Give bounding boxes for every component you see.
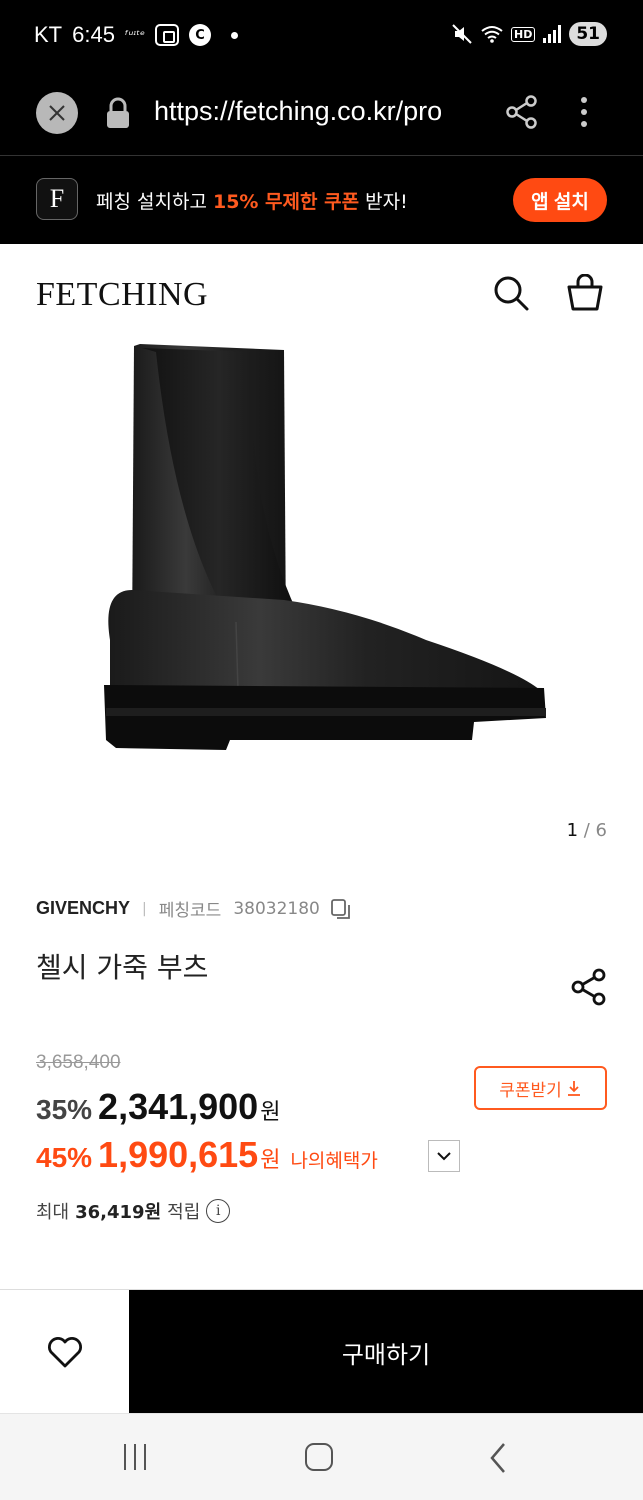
benefit-price-label: 나의혜택가 — [290, 1150, 378, 1172]
sale-price-row: 35% 2,341,900 원 — [36, 1086, 280, 1128]
close-icon — [49, 105, 65, 121]
discount-rate: 35% — [36, 1094, 93, 1125]
product-share-icon[interactable] — [570, 968, 608, 1006]
status-bar: KT 6:45 ᶠᵘᶦᵗᵉ C HD 51 — [0, 0, 643, 72]
image-counter-total: 6 — [595, 820, 607, 841]
site-header: FETCHING — [0, 244, 643, 340]
original-price: 3,658,400 — [36, 1052, 121, 1073]
fetching-app-logo: F — [36, 178, 78, 220]
banner-text-suffix: 받자! — [359, 191, 408, 213]
wishlist-button[interactable] — [0, 1290, 129, 1414]
points-suffix: 적립 — [167, 1202, 201, 1223]
install-app-button[interactable]: 앱 설치 — [513, 178, 607, 222]
product-code: 38032180 — [233, 898, 320, 919]
sale-price: 2,341,900 — [98, 1086, 259, 1127]
back-icon[interactable] — [488, 1442, 508, 1474]
brand-row: GIVENCHY | 페칭코드 38032180 — [36, 896, 352, 921]
product-code-label: 페칭코드 — [158, 901, 222, 921]
copy-icon[interactable] — [330, 898, 352, 920]
points-prefix: 최대 — [36, 1202, 70, 1223]
fetching-logo[interactable]: FETCHING — [36, 276, 208, 314]
shopping-bag-icon[interactable] — [566, 274, 604, 312]
currency-unit: 원 — [260, 1100, 281, 1125]
heart-icon — [47, 1337, 82, 1368]
time-label: 6:45 — [72, 22, 115, 47]
brand-separator: | — [142, 900, 147, 917]
signal-icon — [543, 25, 562, 43]
recent-apps-button[interactable] — [124, 1444, 146, 1470]
screenshot-icon — [155, 24, 180, 46]
benefit-price-row: 45% 1,990,615 원 나의혜택가 — [36, 1134, 378, 1176]
brand-name[interactable]: GIVENCHY — [36, 898, 130, 919]
product-image[interactable] — [96, 340, 552, 760]
banner-text: 페칭 설치하고 15% 무제한 쿠폰 받자! — [96, 187, 408, 214]
benefit-details-toggle[interactable] — [428, 1140, 460, 1172]
image-counter-separator: / — [578, 820, 596, 841]
status-right: HD 51 — [451, 22, 607, 46]
system-navigation-bar — [0, 1413, 643, 1500]
c-badge-icon: C — [189, 24, 212, 46]
benefit-currency-unit: 원 — [260, 1148, 281, 1173]
points-value: 36,419원 — [75, 1202, 162, 1223]
more-menu-icon[interactable] — [576, 94, 592, 130]
wifi-icon — [481, 26, 503, 43]
buy-button[interactable]: 구매하기 — [129, 1290, 643, 1414]
lock-icon — [107, 97, 129, 128]
close-tab-button[interactable] — [36, 92, 78, 134]
battery-indicator: 51 — [569, 22, 607, 46]
url-text[interactable]: https://fetching.co.kr/pro — [154, 96, 482, 127]
image-counter-current: 1 — [566, 820, 579, 841]
chevron-down-icon — [437, 1152, 451, 1161]
status-left: KT 6:45 ᶠᵘᶦᵗᵉ C — [34, 22, 239, 48]
reward-points: 최대 36,419원 적립 i — [36, 1198, 231, 1224]
mute-icon — [452, 24, 472, 44]
coupon-button-label: 쿠폰받기 — [499, 1080, 562, 1100]
bottom-action-bar: 구매하기 — [0, 1289, 643, 1414]
carrier-label: KT — [34, 22, 63, 47]
benefit-price: 1,990,615 — [98, 1134, 259, 1175]
banner-text-prefix: 페칭 설치하고 — [96, 191, 213, 213]
hd-voice-icon: HD — [510, 26, 536, 42]
share-icon[interactable] — [505, 94, 539, 130]
info-icon[interactable]: i — [206, 1199, 231, 1223]
browser-url-bar: https://fetching.co.kr/pro — [0, 72, 643, 156]
home-button[interactable] — [305, 1443, 333, 1471]
download-icon — [567, 1081, 580, 1096]
notification-dot-icon — [231, 31, 239, 39]
search-icon[interactable] — [492, 274, 530, 312]
benefit-discount-rate: 45% — [36, 1142, 93, 1173]
banner-text-highlight: 15% 무제한 쿠폰 — [212, 191, 360, 213]
image-counter: 1 / 6 — [567, 820, 607, 841]
get-coupon-button[interactable]: 쿠폰받기 — [474, 1066, 607, 1110]
product-name: 첼시 가죽 부츠 — [36, 951, 209, 984]
app-install-banner: F 페칭 설치하고 15% 무제한 쿠폰 받자! 앱 설치 — [0, 156, 643, 244]
app-status-label: ᶠᵘᶦᵗᵉ — [124, 28, 146, 42]
